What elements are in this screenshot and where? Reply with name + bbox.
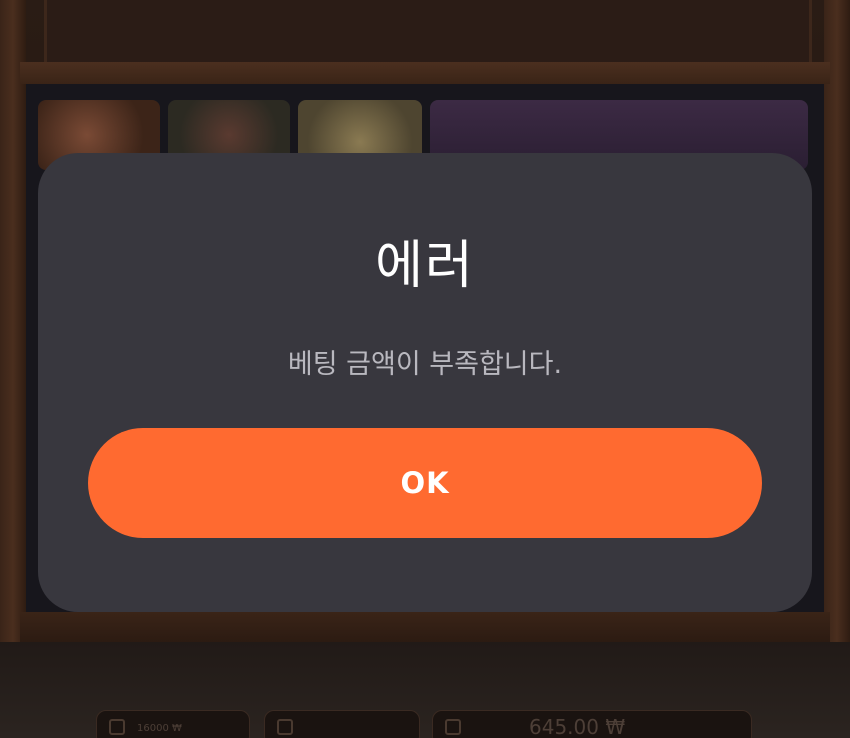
cabinet-frame-right: [824, 0, 850, 660]
win-value: 645.00 ₩: [529, 715, 626, 738]
game-screen: 16000 ₩ 645.00 ₩ 에러 베팅 금액이 부족합니다. OK: [0, 0, 850, 738]
bet-display: [264, 710, 420, 738]
cabinet-frame-left: [0, 0, 26, 660]
ok-button[interactable]: OK: [88, 428, 762, 538]
top-rail: [20, 62, 830, 84]
wallet-icon: [445, 719, 461, 735]
dialog-message: 베팅 금액이 부족합니다.: [287, 349, 563, 380]
balance-display: 16000 ₩: [96, 710, 250, 738]
win-display: 645.00 ₩: [432, 710, 752, 738]
balance-value: 16000 ₩: [137, 723, 182, 734]
coin-stack-icon: [109, 719, 125, 735]
ok-button-label: OK: [400, 466, 450, 500]
bet-icon: [277, 719, 293, 735]
error-dialog: 에러 베팅 금액이 부족합니다. OK: [38, 153, 812, 612]
dialog-title: 에러: [375, 236, 475, 296]
top-panel: [44, 0, 812, 62]
bottom-rail: [20, 612, 830, 642]
